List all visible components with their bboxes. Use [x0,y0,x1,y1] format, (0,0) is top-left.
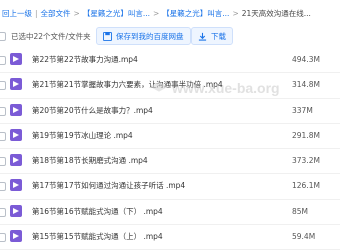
breadcrumb-current: 21天高效沟通在线... [241,8,311,18]
breadcrumb-back-link[interactable]: 回上一级 [2,8,32,19]
file-size: 373.2M [292,156,320,166]
breadcrumb-level3-link[interactable]: 【星籁之光】叫言... [162,8,229,19]
row-checkbox[interactable] [0,56,6,65]
row-checkbox[interactable] [0,207,6,217]
video-file-icon [10,103,22,116]
video-file-icon [10,154,22,167]
file-row[interactable]: 第19节第19节冰山理论 .mp4 291.8M [0,124,340,150]
file-size: 337M [292,105,313,115]
video-file-icon [10,53,22,65]
save-button-label: 保存到我的百度网盘 [116,31,184,41]
video-file-icon [10,179,22,192]
row-checkbox[interactable] [0,81,6,91]
row-checkbox[interactable] [0,131,6,141]
breadcrumb-separator: | [35,8,38,18]
file-row[interactable]: 第22节第22节故事力沟通.mp4 494.3M [0,48,340,74]
toolbar: 已选中22个文件/文件夹 保存到我的百度网盘 下载 [0,26,340,46]
file-size: 126.1M [292,181,320,191]
breadcrumb-level2-link[interactable]: 【星籁之光】叫言... [83,8,150,19]
file-row[interactable]: 第15节第15节赋能式沟通（上） .mp4 59.4M [0,225,340,251]
video-file-icon [10,78,22,91]
file-row[interactable]: 第18节第18节长期磨式沟通 .mp4 373.2M [0,149,340,175]
row-checkbox[interactable] [0,233,6,243]
file-row[interactable]: 第20节第20节什么是故事力？.mp4 337M [0,99,340,124]
row-checkbox[interactable] [0,182,6,192]
file-name[interactable]: 第15节第15节赋能式沟通（上） .mp4 [32,225,163,249]
file-name[interactable]: 第21节第21节掌握故事力六要素，让沟通事半功倍 .mp4 [32,73,223,97]
file-list: 第22节第22节故事力沟通.mp4 494.3M 第21节第21节掌握故事力六要… [0,48,340,251]
file-name[interactable]: 第19节第19节冰山理论 .mp4 [32,124,133,148]
breadcrumb-separator: > [232,8,239,18]
file-size: 314.8M [292,80,320,90]
file-name[interactable]: 第22节第22节故事力沟通.mp4 [32,48,138,72]
video-file-icon [10,128,22,141]
breadcrumb-separator: > [73,8,80,18]
file-row[interactable]: 第16节第16节赋能式沟通（下） .mp4 85M [0,200,340,226]
file-name[interactable]: 第16节第16节赋能式沟通（下） .mp4 [32,200,163,224]
selection-count: 已选中22个文件/文件夹 [11,31,91,41]
row-checkbox[interactable] [0,157,6,167]
save-icon [103,31,112,41]
download-button[interactable]: 下载 [191,27,233,45]
save-to-netdisk-button[interactable]: 保存到我的百度网盘 [96,27,191,45]
file-row[interactable]: 第21节第21节掌握故事力六要素，让沟通事半功倍 .mp4 314.8M [0,73,340,99]
download-icon [198,32,207,41]
select-all-checkbox[interactable] [0,31,6,41]
file-name[interactable]: 第20节第20节什么是故事力？.mp4 [32,99,153,123]
file-name[interactable]: 第17节第17节如何通过沟通让孩子听话 .mp4 [32,174,185,198]
row-checkbox[interactable] [0,106,6,116]
file-size: 59.4M [292,232,316,242]
video-file-icon [10,204,22,217]
file-size: 494.3M [292,55,320,64]
breadcrumb-separator: > [152,8,160,18]
breadcrumb-root-link[interactable]: 全部文件 [41,8,71,19]
download-button-label: 下载 [211,31,226,41]
breadcrumb: 回上一级 | 全部文件 > 【星籁之光】叫言... > 【星籁之光】叫言... … [0,0,340,26]
file-size: 291.8M [292,130,320,140]
file-size: 85M [292,206,309,216]
video-file-icon [10,230,22,243]
file-name[interactable]: 第18节第18节长期磨式沟通 .mp4 [32,149,148,173]
file-row[interactable]: 第17节第17节如何通过沟通让孩子听话 .mp4 126.1M [0,174,340,200]
